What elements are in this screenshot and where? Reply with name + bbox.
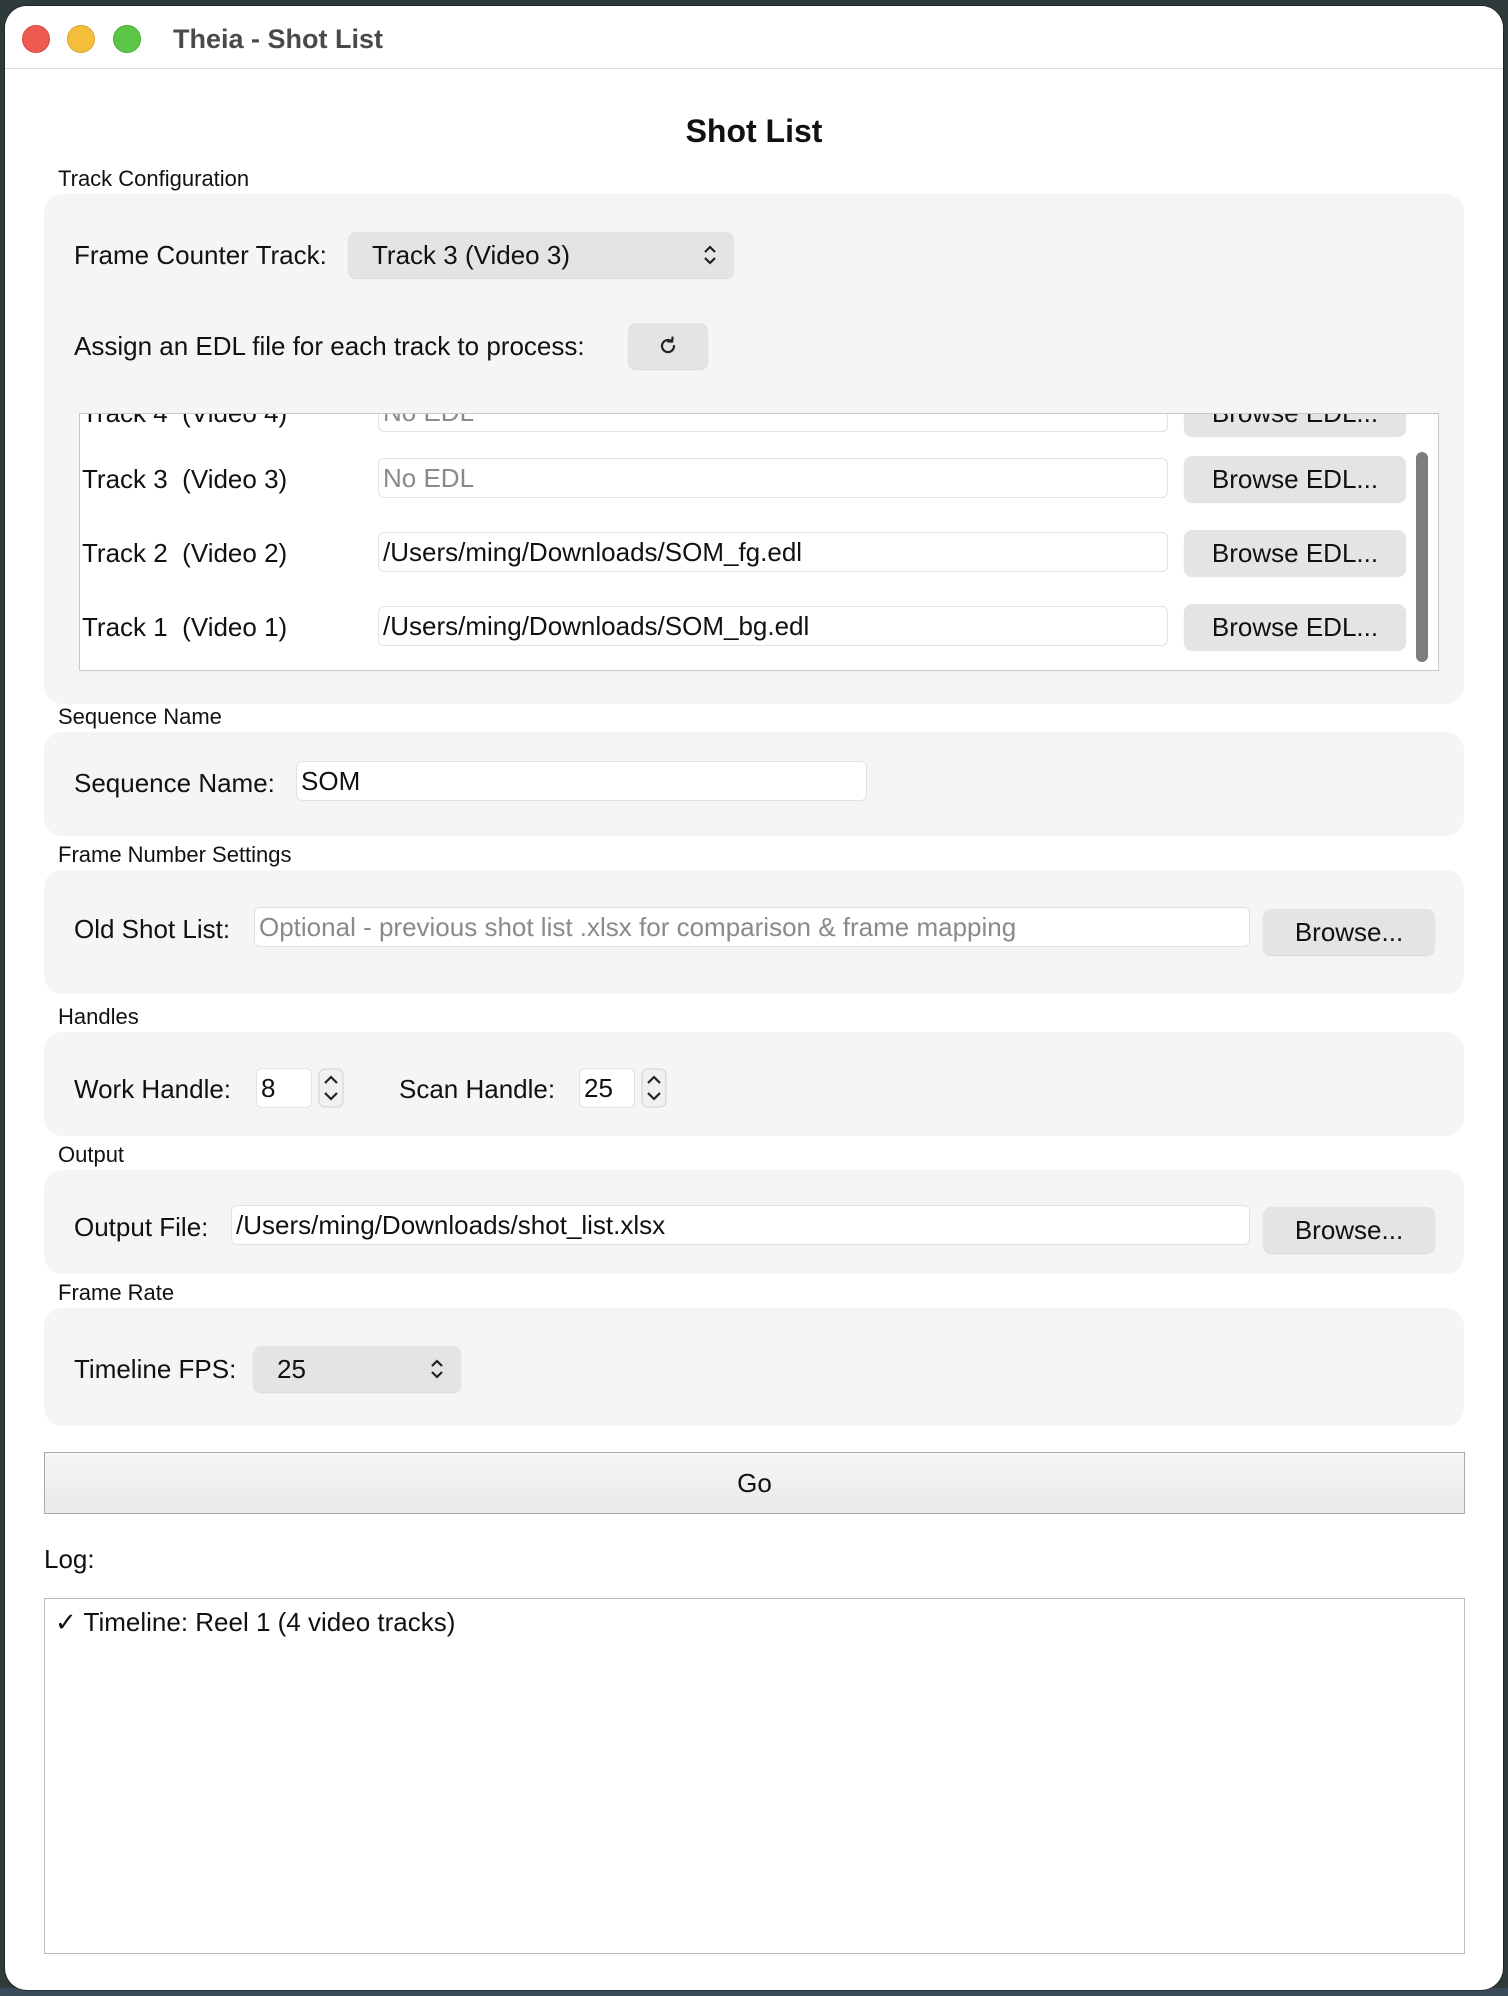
refresh-icon: [660, 336, 676, 354]
track-name: Track 3 (Video 3): [82, 464, 288, 494]
output-group-label: Output: [58, 1142, 125, 1167]
close-window-button[interactable]: [22, 25, 50, 53]
track-list-scrollbar[interactable]: [1416, 452, 1428, 662]
refresh-tracks-button[interactable]: [628, 323, 708, 369]
output-file-label: Output File:: [74, 1212, 209, 1242]
scan-handle-label: Scan Handle:: [399, 1074, 556, 1104]
timeline-fps-select[interactable]: 25: [253, 1346, 461, 1392]
browse-edl-button[interactable]: Browse EDL...: [1184, 604, 1406, 650]
app-window: Theia - Shot List Shot List Track Config…: [5, 6, 1503, 1990]
track-name: Track 4 (Video 4): [82, 413, 288, 428]
frame-rate-group-label: Frame Rate: [58, 1280, 175, 1305]
browse-edl-button[interactable]: Browse EDL...: [1184, 456, 1406, 502]
title-bar[interactable]: Theia - Shot List: [5, 6, 1503, 69]
frame-counter-value: Track 3 (Video 3): [372, 240, 570, 270]
track-edl-field[interactable]: /Users/ming/Downloads/SOM_bg.edl: [378, 606, 1168, 646]
work-handle-input[interactable]: 8: [256, 1068, 312, 1108]
go-button[interactable]: Go: [44, 1452, 1465, 1514]
assign-edl-label: Assign an EDL file for each track to pro…: [74, 331, 585, 361]
frame-number-group-label: Frame Number Settings: [58, 842, 292, 867]
track-row: Track 1 (Video 1) /Users/ming/Downloads/…: [80, 594, 1410, 668]
track-edl-list[interactable]: Track 4 (Video 4) No EDL Browse EDL... T…: [79, 413, 1439, 671]
sequence-group-label: Sequence Name: [58, 704, 222, 729]
maximize-window-button[interactable]: [113, 25, 141, 53]
track-row: Track 2 (Video 2) /Users/ming/Downloads/…: [80, 520, 1410, 594]
timeline-fps-value: 25: [277, 1354, 306, 1384]
work-handle-label: Work Handle:: [74, 1074, 232, 1104]
browse-edl-button[interactable]: Browse EDL...: [1184, 530, 1406, 576]
log-label: Log:: [44, 1544, 95, 1574]
track-name: Track 1 (Video 1): [82, 612, 288, 642]
scan-handle-stepper-icon[interactable]: [641, 1068, 667, 1108]
work-handle-stepper-icon[interactable]: [318, 1068, 344, 1108]
sequence-name-input[interactable]: SOM: [296, 761, 867, 801]
window-title: Theia - Shot List: [173, 24, 384, 54]
log-line: ✓ Timeline: Reel 1 (4 video tracks): [55, 1607, 456, 1637]
track-edl-field[interactable]: No EDL: [378, 458, 1168, 498]
chevron-updown-icon: [704, 245, 716, 265]
old-shot-list-browse-button[interactable]: Browse...: [1263, 909, 1435, 955]
track-edl-field[interactable]: /Users/ming/Downloads/SOM_fg.edl: [378, 532, 1168, 572]
browse-edl-button[interactable]: Browse EDL...: [1184, 414, 1406, 436]
track-edl-field[interactable]: No EDL: [378, 414, 1168, 432]
track-row: Track 3 (Video 3) No EDL Browse EDL...: [80, 446, 1410, 520]
log-output[interactable]: ✓ Timeline: Reel 1 (4 video tracks): [44, 1598, 1465, 1954]
timeline-fps-label: Timeline FPS:: [74, 1354, 237, 1384]
old-shot-list-label: Old Shot List:: [74, 914, 231, 944]
chevron-updown-icon: [431, 1359, 443, 1379]
output-browse-button[interactable]: Browse...: [1263, 1207, 1435, 1253]
frame-counter-label: Frame Counter Track:: [74, 240, 327, 270]
handles-group-label: Handles: [58, 1004, 139, 1029]
old-shot-list-input[interactable]: Optional - previous shot list .xlsx for …: [254, 907, 1250, 947]
frame-counter-select[interactable]: Track 3 (Video 3): [348, 232, 734, 278]
sequence-name-label: Sequence Name:: [74, 768, 275, 798]
minimize-window-button[interactable]: [67, 25, 95, 53]
output-file-input[interactable]: /Users/ming/Downloads/shot_list.xlsx: [231, 1205, 1250, 1245]
track-name: Track 2 (Video 2): [82, 538, 288, 568]
track-config-group-label: Track Configuration: [58, 166, 250, 191]
page-title: Shot List: [685, 113, 823, 149]
scan-handle-input[interactable]: 25: [579, 1068, 635, 1108]
